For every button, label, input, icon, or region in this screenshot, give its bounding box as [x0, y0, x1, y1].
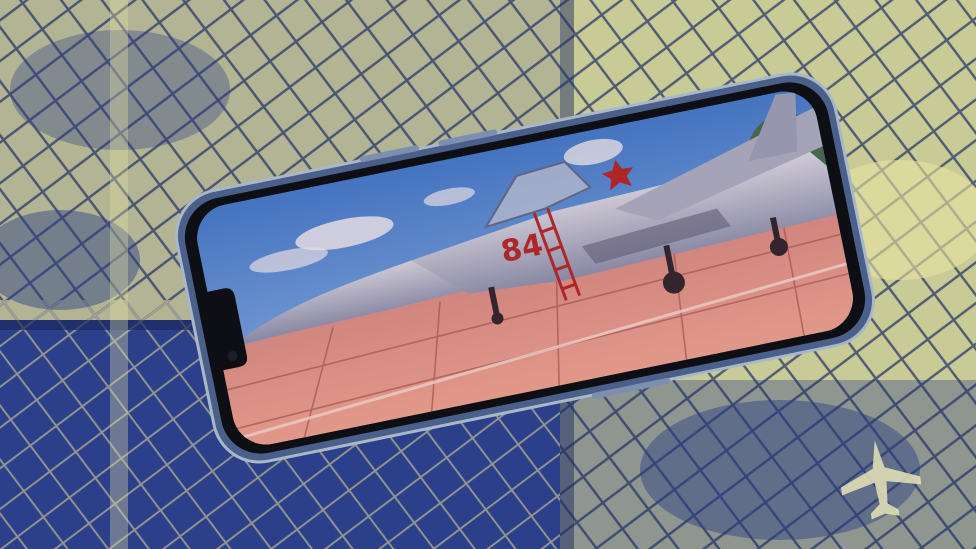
collage-svg: 84 — [0, 0, 976, 549]
collage-illustration: 84 — [0, 0, 976, 549]
